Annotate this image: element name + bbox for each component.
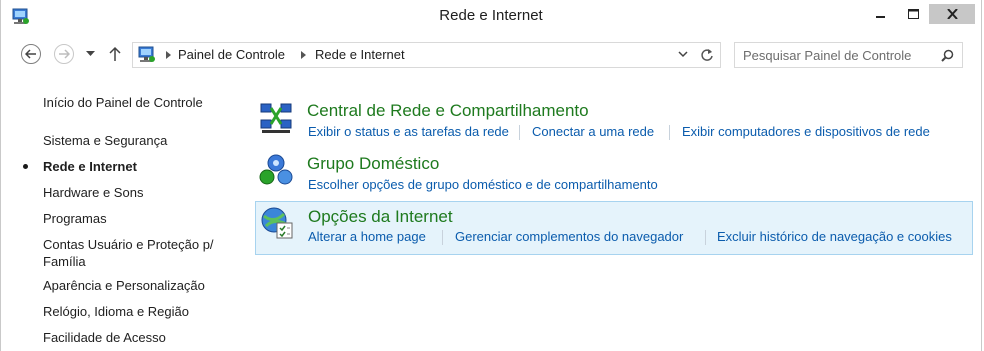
close-icon [946, 9, 958, 19]
navigation-bar: Painel de Controle Rede e Internet [1, 39, 981, 71]
current-item-bullet [23, 164, 28, 169]
divider [442, 230, 443, 245]
section-homegroup: Grupo Doméstico Escolher opções de grupo… [255, 149, 973, 199]
divider [519, 125, 520, 140]
divider [705, 230, 706, 245]
sidebar-item-sistema-e-seguranca[interactable]: Sistema e Segurança [43, 132, 167, 149]
link-alterar-home-page[interactable]: Alterar a home page [308, 229, 426, 244]
chevron-right-icon[interactable] [301, 51, 306, 59]
sidebar-item-relogio-idioma-regiao[interactable]: Relógio, Idioma e Região [43, 303, 189, 320]
search-input[interactable] [743, 47, 933, 63]
back-arrow-icon [25, 49, 36, 59]
maximize-icon [907, 9, 919, 19]
sidebar-item-aparencia[interactable]: Aparência e Personalização [43, 277, 205, 294]
divider [669, 125, 670, 140]
minimize-button[interactable] [865, 4, 897, 24]
search-icon[interactable] [941, 49, 954, 62]
maximize-button[interactable] [897, 4, 929, 24]
up-arrow-icon[interactable] [109, 46, 121, 62]
link-conectar-rede[interactable]: Conectar a uma rede [532, 124, 654, 139]
section-title-network-center[interactable]: Central de Rede e Compartilhamento [307, 101, 589, 121]
control-panel-icon [138, 46, 155, 62]
breadcrumb-rede-e-internet[interactable]: Rede e Internet [315, 47, 405, 62]
minimize-icon [876, 16, 885, 18]
section-internet-options[interactable]: Opções da Internet Alterar a home page G… [255, 201, 973, 255]
back-button[interactable] [21, 44, 41, 64]
sidebar-item-facilidade-de-acesso[interactable]: Facilidade de Acesso [43, 329, 166, 346]
control-panel-window: Rede e Internet Painel de Controle Rede … [0, 0, 982, 351]
sidebar-item-hardware-e-sons[interactable]: Hardware e Sons [43, 184, 143, 201]
link-escolher-opcoes-grupo[interactable]: Escolher opções de grupo doméstico e de … [308, 177, 658, 192]
homegroup-icon[interactable] [259, 153, 293, 187]
internet-options-icon[interactable] [260, 206, 294, 240]
close-button[interactable] [929, 4, 975, 24]
section-title-internet-options[interactable]: Opções da Internet [308, 207, 453, 227]
chevron-down-icon[interactable] [678, 51, 688, 58]
network-center-icon[interactable] [259, 100, 293, 134]
link-excluir-historico[interactable]: Excluir histórico de navegação e cookies [717, 229, 952, 244]
title-bar: Rede e Internet [1, 0, 981, 34]
window-title: Rede e Internet [439, 7, 543, 24]
link-gerenciar-complementos[interactable]: Gerenciar complementos do navegador [455, 229, 683, 244]
sidebar-item-rede-e-internet[interactable]: Rede e Internet [43, 158, 137, 175]
section-network-center: Central de Rede e Compartilhamento Exibi… [255, 96, 973, 146]
forward-arrow-icon [59, 49, 70, 59]
sidebar-item-contas-usuario[interactable]: Contas Usuário e Proteção p/ [43, 236, 214, 253]
refresh-icon[interactable] [700, 48, 714, 62]
address-bar[interactable]: Painel de Controle Rede e Internet [132, 42, 721, 68]
section-title-homegroup[interactable]: Grupo Doméstico [307, 154, 439, 174]
window-controls [865, 4, 975, 24]
link-exibir-computadores[interactable]: Exibir computadores e dispositivos de re… [682, 124, 930, 139]
chevron-right-icon[interactable] [166, 51, 171, 59]
breadcrumb-painel-de-controle[interactable]: Painel de Controle [178, 47, 285, 62]
search-box [734, 42, 963, 68]
sidebar-item-programas[interactable]: Programas [43, 210, 107, 227]
forward-button[interactable] [54, 44, 74, 64]
chevron-down-icon[interactable] [86, 51, 95, 57]
sidebar-item-contas-usuario-line2[interactable]: Família [43, 253, 86, 270]
link-exibir-status[interactable]: Exibir o status e as tarefas da rede [308, 124, 509, 139]
sidebar-home-link[interactable]: Início do Painel de Controle [43, 94, 203, 111]
